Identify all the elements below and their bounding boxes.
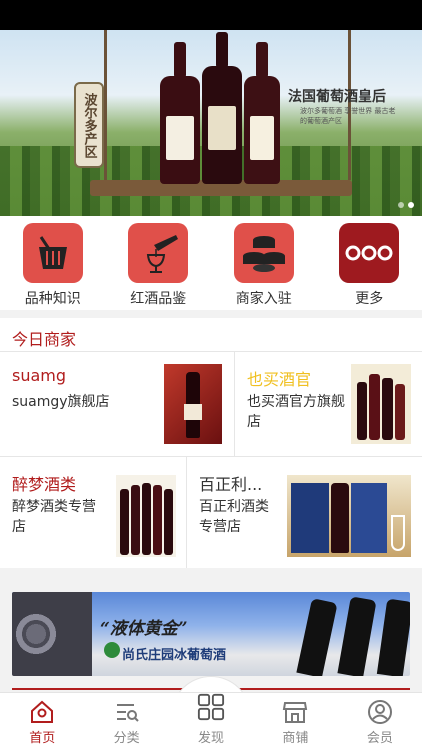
tab-label: 会员	[366, 731, 393, 746]
quick-item-join[interactable]: 商家入驻	[211, 216, 317, 310]
merchant-card[interactable]: 百正利... 百正利酒类专营店	[187, 457, 422, 568]
quick-item-label: 商家入驻	[235, 291, 292, 307]
home-icon	[31, 700, 54, 723]
tab-label: 分类	[113, 731, 140, 746]
banner-title: 法国葡萄酒皇后	[288, 89, 386, 105]
quick-item-tasting[interactable]: 红酒品鉴	[106, 216, 212, 310]
section-title: 今日商家	[12, 330, 77, 349]
swing-rope	[104, 30, 107, 180]
wine-bucket-icon	[22, 223, 83, 283]
brand-logo-icon	[104, 642, 120, 658]
merchant-card[interactable]: suamg suamgy旗舰店	[0, 352, 234, 456]
quick-menu: 品种知识 红酒品鉴 商家入驻 更多	[0, 216, 422, 310]
tab-bar: 首页 分类 发现 商铺 会员	[0, 692, 422, 750]
merchant-grid: suamg suamgy旗舰店 也买酒官 也买酒官方旗舰店 醉梦酒类 醉梦酒类专…	[0, 352, 422, 568]
tab-home[interactable]: 首页	[0, 693, 84, 750]
wine-bottle-image	[244, 76, 280, 184]
banner-subtitle: 波尔多葡萄酒 享誉世界 最古老的葡萄酒产区	[300, 107, 396, 125]
ad-banner[interactable]: “液体黄金” 尚氏庄园冰葡萄酒	[12, 592, 410, 676]
wine-bottle-image	[337, 596, 377, 676]
quick-item-label: 更多	[355, 291, 384, 307]
tab-label: 商铺	[282, 731, 309, 746]
merchant-desc: suamgy旗舰店	[12, 394, 110, 410]
merchant-desc: 醉梦酒类专营店	[12, 499, 96, 535]
wine-bottle-image	[202, 66, 242, 184]
merchant-card[interactable]: 醉梦酒类 醉梦酒类专营店	[0, 457, 186, 568]
wine-bottle-image	[160, 76, 200, 184]
carousel-dot	[398, 202, 404, 208]
section-header: 今日商家	[0, 318, 422, 352]
tab-discover[interactable]: 发现	[169, 693, 253, 750]
quick-item-more[interactable]: 更多	[317, 216, 422, 310]
shop-icon	[283, 702, 308, 723]
region-sign: 波尔多产区	[74, 82, 104, 168]
discover-grid-icon	[197, 693, 225, 721]
carousel-dot-active	[408, 202, 414, 208]
merchant-image	[116, 475, 176, 557]
merchant-image	[351, 364, 411, 444]
wine-bottle-image	[376, 598, 410, 676]
tab-label: 首页	[29, 731, 56, 746]
ad-slogan: “液体黄金”	[100, 619, 188, 639]
tab-category[interactable]: 分类	[84, 693, 168, 750]
quick-item-label: 红酒品鉴	[130, 291, 187, 307]
merchant-name: 也买酒官	[247, 370, 312, 389]
grapes-image	[12, 592, 92, 676]
status-bar	[0, 0, 422, 30]
more-icon	[339, 223, 400, 283]
wine-bottle-image	[296, 598, 338, 676]
tab-member[interactable]: 会员	[338, 693, 422, 750]
tab-shop[interactable]: 商铺	[253, 693, 337, 750]
merchant-name: 醉梦酒类	[12, 475, 77, 494]
wine-pour-icon	[128, 223, 189, 283]
tab-label: 发现	[198, 731, 225, 746]
member-icon	[367, 700, 392, 724]
merchant-name: 百正利...	[199, 475, 263, 494]
quick-item-label: 品种知识	[24, 291, 81, 307]
banner-carousel[interactable]: 波尔多产区 法国葡萄酒皇后 波尔多葡萄酒 享誉世界 最古老的葡萄酒产区	[0, 30, 422, 216]
carousel-indicator	[398, 202, 414, 208]
quick-item-varieties[interactable]: 品种知识	[0, 216, 106, 310]
merchant-image	[287, 475, 411, 557]
merchant-name: suamg	[12, 366, 67, 385]
merchant-desc: 也买酒官方旗舰店	[247, 394, 345, 430]
stacked-coins-icon	[233, 223, 294, 283]
ad-brand: 尚氏庄园冰葡萄酒	[122, 648, 227, 663]
category-icon	[116, 704, 139, 722]
merchant-card[interactable]: 也买酒官 也买酒官方旗舰店	[235, 352, 422, 456]
merchant-desc: 百正利酒类专营店	[199, 499, 269, 535]
merchant-image	[164, 364, 222, 444]
